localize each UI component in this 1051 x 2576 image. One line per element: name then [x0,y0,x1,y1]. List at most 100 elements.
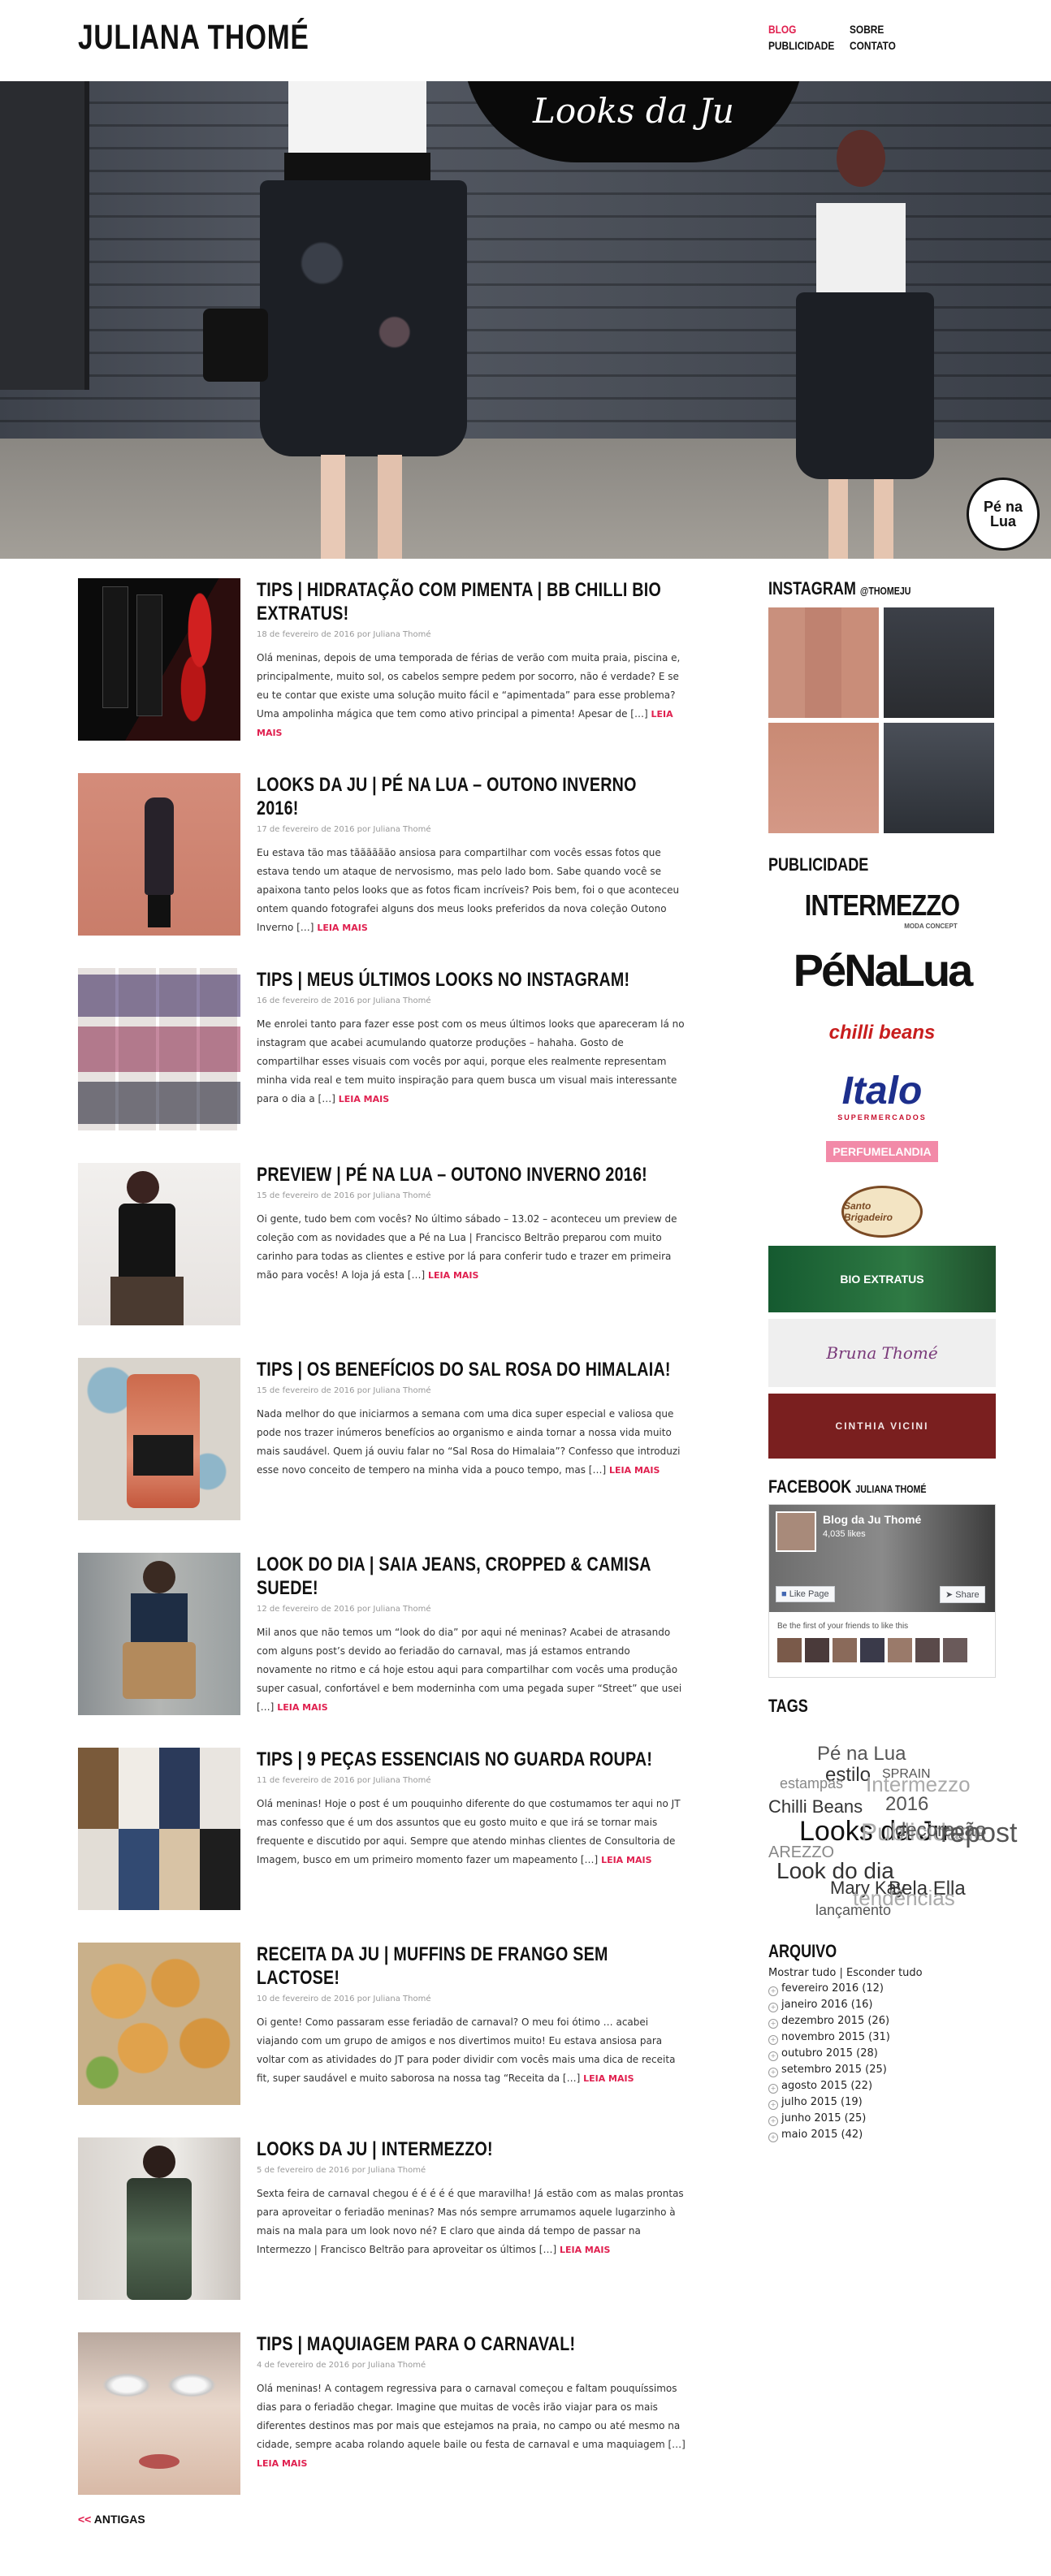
post-meta: 4 de fevereiro de 2016 por Juliana Thomé [257,2361,426,2370]
ad-cinthia-vicini[interactable]: CINTHIA VICINI [768,1394,996,1459]
main-nav: BLOG SOBRE PUBLICIDADE CONTATO [768,23,931,52]
nav-blog[interactable]: BLOG [768,23,837,36]
post-excerpt: Olá meninas! Hoje o post é um pouquinho … [257,1798,681,1865]
post-excerpt: Olá meninas! A contagem regressiva para … [257,2383,686,2469]
post-title[interactable]: LOOK DO DIA | SAIA JEANS, CROPPED & CAMI… [257,1553,683,1600]
expand-icon: + [768,1986,778,1996]
post-excerpt: Sexta feira de carnaval chegou é é é é é… [257,2188,684,2255]
archive-item[interactable]: + maio 2015 (42) [768,2127,996,2143]
read-more-link[interactable]: LEIA MAIS [317,923,367,933]
older-label: ANTIGAS [93,2513,145,2526]
tag-link[interactable]: 2016 [885,1793,928,1816]
instagram-photo[interactable] [884,723,994,833]
nav-sobre[interactable]: SOBRE [850,23,919,36]
share-icon: ➤ [945,1590,954,1600]
archive-widget: ARQUIVO Mostrar tudo | Esconder tudo + fe… [768,1941,996,2143]
facebook-avatar[interactable] [776,1511,816,1552]
instagram-photo[interactable] [884,607,994,718]
post-thumbnail[interactable] [78,773,240,936]
read-more-link[interactable]: LEIA MAIS [277,1702,327,1713]
archive-item[interactable]: + dezembro 2015 (26) [768,2013,996,2029]
facebook-title: FACEBOOK JULIANA THOMÉ [768,1476,927,1497]
post-thumbnail[interactable] [78,578,240,741]
tag-link[interactable]: lançamento [815,1902,891,1919]
instagram-photo[interactable] [768,723,879,833]
post-title[interactable]: LOOKS DA JU | PÉ NA LUA – OUTONO INVERNO… [257,773,683,820]
tag-link[interactable]: Chilli Beans [768,1796,863,1817]
read-more-link[interactable]: LEIA MAIS [560,2245,610,2255]
read-more-link[interactable]: LEIA MAIS [428,1270,478,1281]
facebook-page-name[interactable]: Blog da Ju Thomé [823,1513,921,1526]
hero-model-front [203,81,487,559]
post-title[interactable]: TIPS | OS BENEFÍCIOS DO SAL ROSA DO HIMA… [257,1358,683,1381]
ad-bruna-thome[interactable]: Bruna Thomé [768,1319,996,1387]
post-thumbnail[interactable] [78,2332,240,2495]
archive-list: + fevereiro 2016 (12) + janeiro 2016 (16) … [768,1981,996,2143]
read-more-link[interactable]: LEIA MAIS [339,1094,389,1104]
ad-pe-na-lua[interactable]: PéNaLua [768,937,996,1002]
site-header: JULIANA THOMÉ BLOG SOBRE PUBLICIDADE CON… [0,0,1051,81]
post-title[interactable]: TIPS | HIDRATAÇÃO COM PIMENTA | BB CHILL… [257,578,683,625]
facebook-like-button[interactable]: ■ Like Page [776,1586,835,1602]
older-arrows-icon: << [78,2513,92,2526]
ad-santo-brigadeiro[interactable]: Santo Brigadeiro [768,1178,996,1246]
tag-link[interactable]: repost [941,1817,1018,1849]
facebook-handle: JULIANA THOMÉ [855,1483,927,1495]
archive-item[interactable]: + setembro 2015 (25) [768,2062,996,2078]
ad-bio-extratus[interactable]: BIO EXTRATUS [768,1246,996,1312]
ad-perfumelandia[interactable]: PERFUMELANDIA [768,1126,996,1178]
facebook-share-button[interactable]: ➤ Share [940,1586,985,1603]
post-title[interactable]: TIPS | MAQUIAGEM PARA O CARNAVAL! [257,2332,683,2356]
post-title[interactable]: RECEITA DA JU | MUFFINS DE FRANGO SEM LA… [257,1943,683,1990]
post-excerpt: Mil anos que não temos um “look do dia” … [257,1627,682,1713]
read-more-link[interactable]: LEIA MAIS [583,2073,634,2084]
tag-link[interactable]: Pé na Lua [817,1743,906,1766]
nav-publicidade[interactable]: PUBLICIDADE [768,39,837,52]
hero-window [0,81,89,390]
archive-item[interactable]: + agosto 2015 (22) [768,2078,996,2094]
post-title[interactable]: PREVIEW | PÉ NA LUA – OUTONO INVERNO 201… [257,1163,683,1186]
read-more-link[interactable]: LEIA MAIS [609,1465,660,1476]
post-thumbnail[interactable] [78,2137,240,2300]
publicidade-widget: PUBLICIDADE INTERMEZZO MODA CONCEPT PéNa… [768,854,996,1459]
archive-item[interactable]: + fevereiro 2016 (12) [768,1981,996,1997]
read-more-link[interactable]: LEIA MAIS [257,2458,307,2469]
ad-chilli-beans[interactable]: chilli beans [768,1002,996,1064]
tag-link[interactable]: estampas [780,1775,843,1792]
older-posts-link[interactable]: << ANTIGAS [78,2513,145,2526]
nav-contato[interactable]: CONTATO [850,39,919,52]
post-meta: 18 de fevereiro de 2016 por Juliana Thom… [257,630,431,639]
post-thumbnail[interactable] [78,1943,240,2105]
post-title[interactable]: LOOKS DA JU | INTERMEZZO! [257,2137,683,2161]
archive-item[interactable]: + janeiro 2016 (16) [768,1997,996,2013]
facebook-friend-avatars [777,1638,967,1662]
post-thumbnail[interactable] [78,1163,240,1325]
instagram-photo[interactable] [768,607,879,718]
post-thumbnail[interactable] [78,1553,240,1715]
site-logo[interactable]: JULIANA THOMÉ [78,18,309,58]
post-thumbnail[interactable] [78,968,240,1130]
hero-banner[interactable]: Looks da Ju Pé na Lua [0,81,1051,559]
expand-icon: + [768,2019,778,2029]
ad-italo[interactable]: Italo SUPERMERCADOS [768,1064,996,1126]
archive-toggle[interactable]: Mostrar tudo | Esconder tudo [768,1967,996,1979]
post-thumbnail[interactable] [78,1358,240,1520]
hero-badge-text: Looks da Ju [533,91,734,131]
expand-icon: + [768,2068,778,2077]
archive-item[interactable]: + novembro 2015 (31) [768,2029,996,2046]
post-thumbnail[interactable] [78,1748,240,1910]
post-excerpt: Nada melhor do que iniciarmos a semana c… [257,1408,681,1476]
expand-icon: + [768,2084,778,2094]
ad-intermezzo[interactable]: INTERMEZZO MODA CONCEPT [768,880,996,937]
post-title[interactable]: TIPS | 9 PEÇAS ESSENCIAIS NO GUARDA ROUP… [257,1748,683,1771]
post-meta: 12 de fevereiro de 2016 por Juliana Thom… [257,1605,431,1614]
hero-stamp: Pé na Lua [967,478,1040,551]
post-title[interactable]: TIPS | MEUS ÚLTIMOS LOOKS NO INSTAGRAM! [257,968,683,992]
post-meta: 10 de fevereiro de 2016 por Juliana Thom… [257,1995,431,2003]
archive-item[interactable]: + outubro 2015 (28) [768,2046,996,2062]
archive-item[interactable]: + julho 2015 (19) [768,2094,996,2111]
tags-title: TAGS [768,1696,808,1716]
facebook-page-box: Blog da Ju Thomé 4,035 likes ■ Like Page… [768,1504,996,1678]
archive-item[interactable]: + junho 2015 (25) [768,2111,996,2127]
read-more-link[interactable]: LEIA MAIS [601,1855,651,1865]
